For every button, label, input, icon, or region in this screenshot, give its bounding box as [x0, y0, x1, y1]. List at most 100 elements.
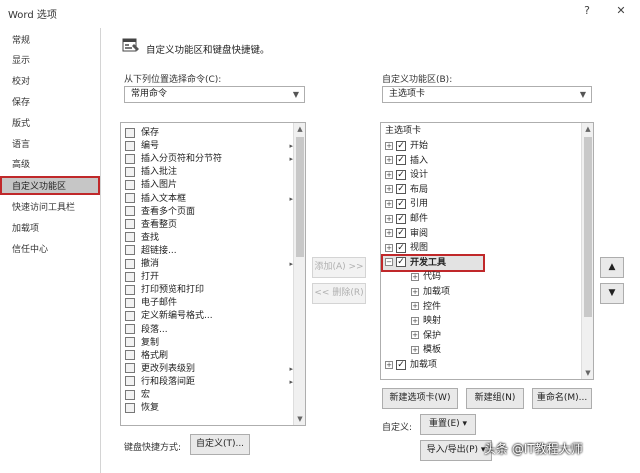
ribbon-group-item[interactable]: + 加载项: [411, 286, 450, 299]
ribbon-tab-item[interactable]: + ✓ 审阅: [385, 228, 428, 241]
new-tab-button[interactable]: 新建选项卡(W): [382, 388, 458, 409]
collapse-icon[interactable]: −: [385, 258, 393, 267]
command-item[interactable]: 插入文本框 ▸: [121, 193, 293, 206]
ribbon-tab-item[interactable]: − ✓ 开发工具: [385, 257, 446, 270]
ribbon-scrollbar[interactable]: ▲ ▼: [581, 123, 593, 379]
command-item[interactable]: 打印预览和打印: [121, 284, 293, 297]
command-item[interactable]: 超链接...: [121, 245, 293, 258]
expand-icon[interactable]: +: [411, 302, 419, 311]
command-item[interactable]: 电子邮件: [121, 297, 293, 310]
tab-checkbox[interactable]: ✓: [396, 257, 406, 268]
command-item[interactable]: 查看多个页面: [121, 206, 293, 219]
tab-checkbox[interactable]: ✓: [396, 155, 406, 166]
sidebar-item-label: 快速访问工具栏: [12, 203, 76, 213]
sidebar-item[interactable]: 版式: [0, 115, 100, 134]
reset-button[interactable]: 重置(E) ▾: [420, 414, 476, 435]
sidebar-item[interactable]: 自定义功能区: [0, 176, 100, 195]
sidebar-item[interactable]: 常规: [0, 32, 100, 51]
scroll-down-icon[interactable]: ▼: [294, 413, 305, 425]
expand-icon[interactable]: +: [385, 185, 393, 194]
expand-icon[interactable]: +: [385, 229, 393, 238]
command-item[interactable]: 打开: [121, 271, 293, 284]
ribbon-group-item[interactable]: + 代码: [411, 271, 441, 284]
expand-icon[interactable]: +: [385, 170, 393, 179]
expand-icon[interactable]: +: [385, 360, 393, 369]
tab-checkbox[interactable]: ✓: [396, 359, 406, 370]
move-up-button[interactable]: ▲: [600, 257, 624, 278]
scroll-thumb[interactable]: [584, 137, 592, 317]
command-item[interactable]: 恢复: [121, 402, 293, 415]
command-label: 撤消: [141, 259, 160, 269]
scroll-down-icon[interactable]: ▼: [582, 367, 593, 379]
sidebar-item[interactable]: 显示: [0, 52, 100, 71]
command-item[interactable]: 插入图片: [121, 179, 293, 192]
command-item[interactable]: 定义新编号格式...: [121, 310, 293, 323]
tab-checkbox[interactable]: ✓: [396, 169, 406, 180]
ribbon-tab-item[interactable]: + ✓ 布局: [385, 184, 428, 197]
command-item[interactable]: 查看整页: [121, 219, 293, 232]
tab-checkbox[interactable]: ✓: [396, 184, 406, 195]
tab-checkbox[interactable]: ✓: [396, 198, 406, 209]
command-item[interactable]: 查找: [121, 232, 293, 245]
choose-commands-select[interactable]: 常用命令 ▼: [124, 86, 305, 103]
ribbon-group-item[interactable]: + 模板: [411, 344, 441, 357]
ribbon-tab-item[interactable]: + ✓ 引用: [385, 198, 428, 211]
scroll-up-icon[interactable]: ▲: [582, 123, 593, 135]
command-item[interactable]: 插入分页符和分节符 ▸: [121, 153, 293, 166]
customize-ribbon-select[interactable]: 主选项卡 ▼: [382, 86, 592, 103]
expand-icon[interactable]: +: [411, 345, 419, 354]
ribbon-group-item[interactable]: + 保护: [411, 330, 441, 343]
tab-checkbox[interactable]: ✓: [396, 213, 406, 224]
ribbon-group-item[interactable]: + 控件: [411, 301, 441, 314]
expand-icon[interactable]: +: [411, 316, 419, 325]
command-item[interactable]: 复制: [121, 337, 293, 350]
commands-scrollbar[interactable]: ▲ ▼: [293, 123, 305, 425]
move-down-button[interactable]: ▼: [600, 283, 624, 304]
ribbon-group-item[interactable]: + 映射: [411, 315, 441, 328]
remove-button[interactable]: << 删除(R): [312, 283, 366, 304]
expand-icon[interactable]: +: [411, 331, 419, 340]
command-item[interactable]: 插入批注: [121, 166, 293, 179]
tab-checkbox[interactable]: ✓: [396, 140, 406, 151]
expand-icon[interactable]: +: [385, 199, 393, 208]
expand-icon[interactable]: +: [411, 272, 419, 281]
import-export-button[interactable]: 导入/导出(P) ▾: [420, 440, 492, 461]
sidebar-item[interactable]: 快速访问工具栏: [0, 199, 100, 218]
sidebar-item[interactable]: 高级: [0, 156, 100, 175]
sidebar-item[interactable]: 加载项: [0, 220, 100, 239]
tab-checkbox[interactable]: ✓: [396, 242, 406, 253]
command-item[interactable]: 段落...: [121, 324, 293, 337]
close-button[interactable]: ✕: [614, 4, 628, 17]
ribbon-tab-item[interactable]: + ✓ 邮件: [385, 213, 428, 226]
expand-icon[interactable]: +: [385, 141, 393, 150]
sidebar-item[interactable]: 语言: [0, 136, 100, 155]
command-item[interactable]: 更改列表级别 ▸: [121, 363, 293, 376]
sidebar-item[interactable]: 保存: [0, 94, 100, 113]
help-button[interactable]: ?: [580, 4, 594, 17]
add-button[interactable]: 添加(A) >>: [312, 257, 366, 278]
command-item[interactable]: 保存: [121, 127, 293, 140]
command-item[interactable]: 撤消 ▸: [121, 258, 293, 271]
expand-icon[interactable]: +: [385, 214, 393, 223]
sidebar-item[interactable]: 校对: [0, 73, 100, 92]
ribbon-tree[interactable]: 主选项卡 ▲ ▼ + ✓ 开始 + ✓ 插入 + ✓ 设计 + ✓ 布局 + ✓ 引用 + ✓ 邮件 + ✓ 审阅 + ✓ 视…: [380, 122, 594, 380]
command-item[interactable]: 格式刷: [121, 350, 293, 363]
expand-icon[interactable]: +: [411, 287, 419, 296]
ribbon-tab-item[interactable]: + ✓ 插入: [385, 155, 428, 168]
new-group-button[interactable]: 新建组(N): [466, 388, 524, 409]
command-item[interactable]: 行和段落间距 ▸: [121, 376, 293, 389]
ribbon-tab-item[interactable]: + ✓ 加载项: [385, 359, 437, 372]
sidebar-item[interactable]: 信任中心: [0, 241, 100, 260]
expand-icon[interactable]: +: [385, 156, 393, 165]
rename-button[interactable]: 重命名(M)...: [532, 388, 592, 409]
scroll-thumb[interactable]: [296, 137, 304, 257]
command-item[interactable]: 宏: [121, 389, 293, 402]
scroll-up-icon[interactable]: ▲: [294, 123, 305, 135]
ribbon-tab-item[interactable]: + ✓ 开始: [385, 140, 428, 153]
ribbon-tab-item[interactable]: + ✓ 设计: [385, 169, 428, 182]
tab-checkbox[interactable]: ✓: [396, 228, 406, 239]
commands-list[interactable]: 恢复 宏行和段落间距 ▸ 更改列表级别 ▸ 格式刷 复制 段落... 定义新编号格式... 电子邮…: [120, 122, 306, 426]
expand-icon[interactable]: +: [385, 243, 393, 252]
customize-shortcuts-button[interactable]: 自定义(T)...: [190, 434, 250, 455]
command-item[interactable]: 编号 ▸: [121, 140, 293, 153]
